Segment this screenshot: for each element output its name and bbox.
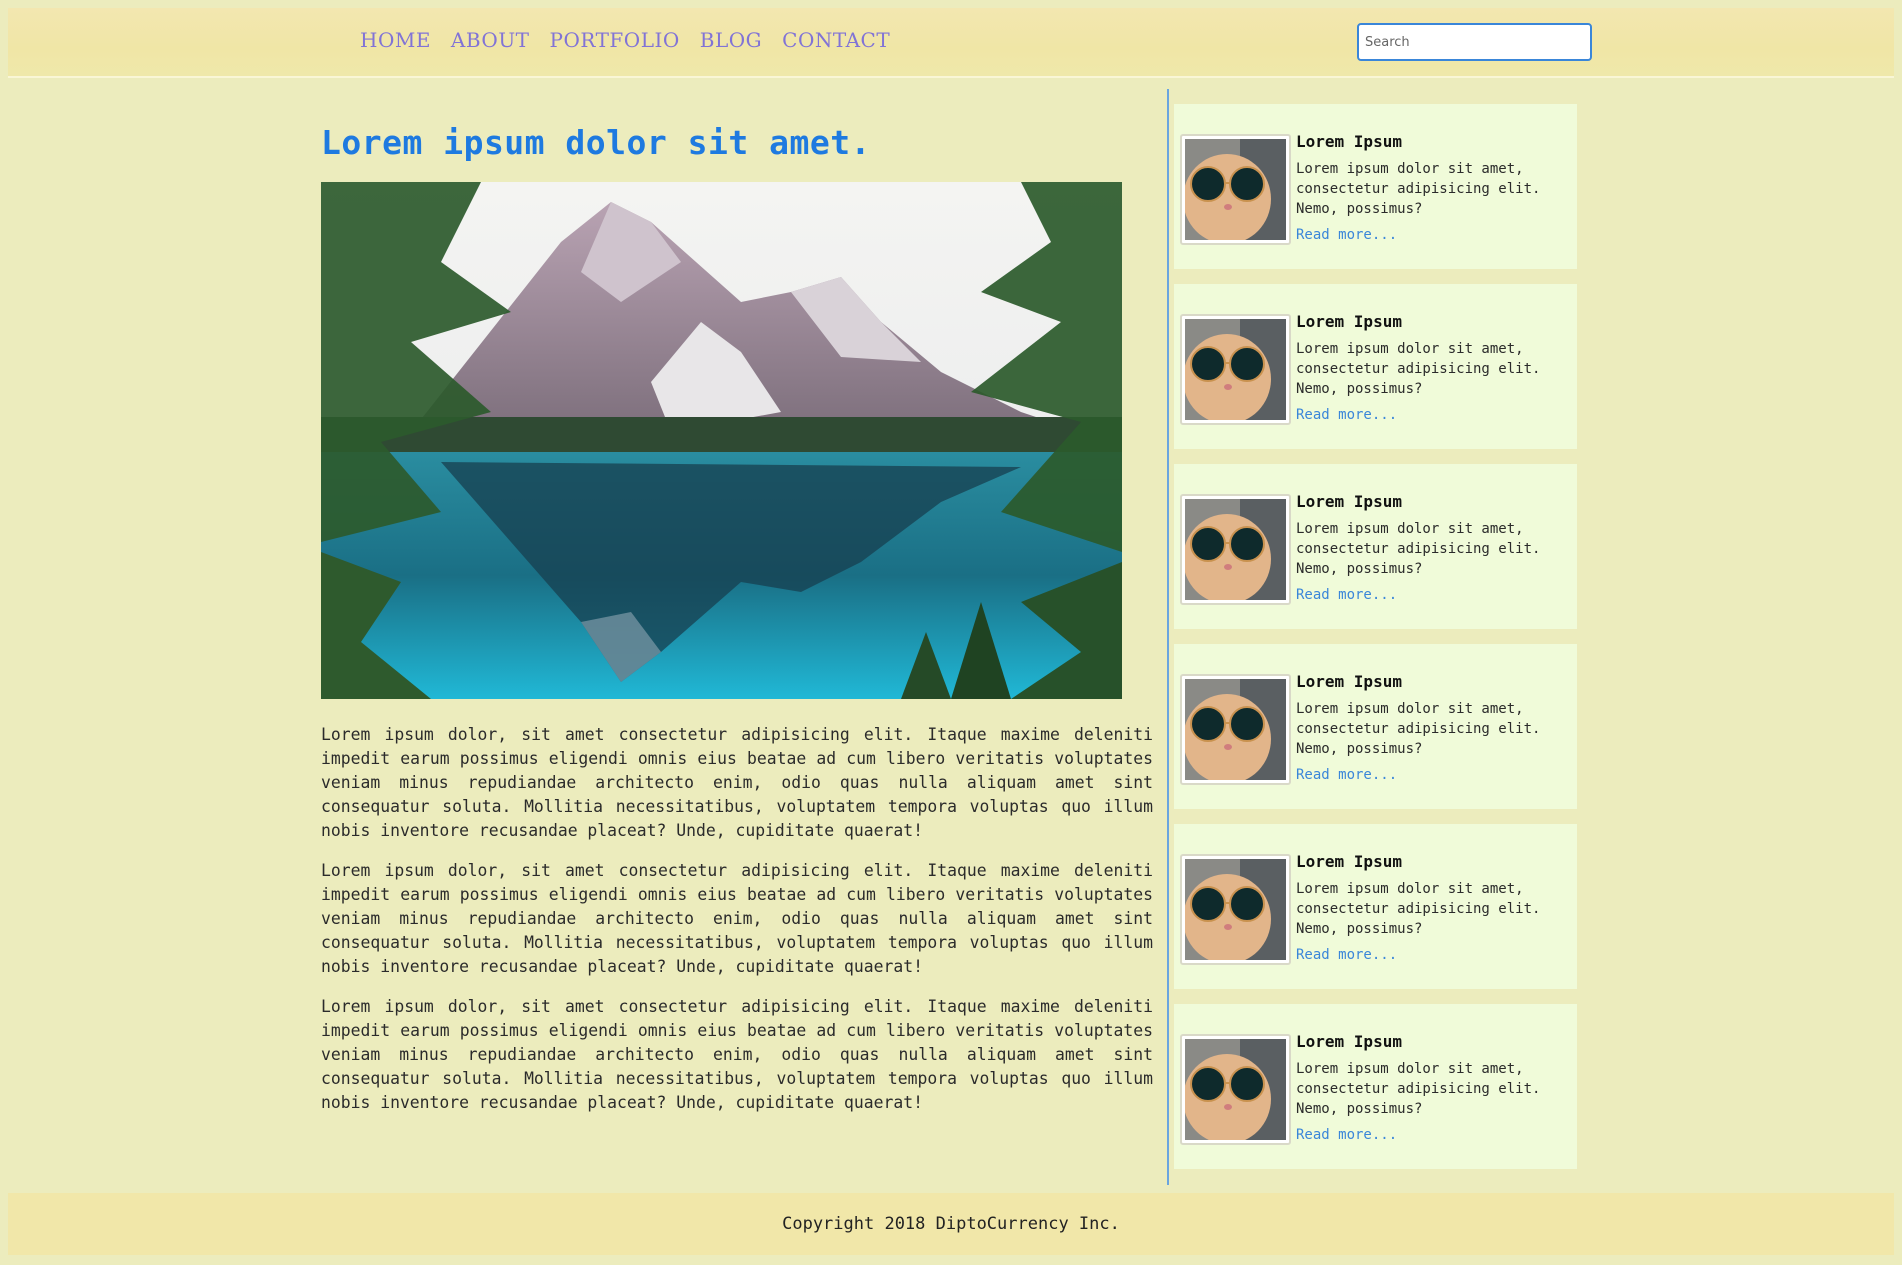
- card-title: Lorem Ipsum: [1296, 852, 1402, 871]
- sidebar: Lorem Ipsum Lorem ipsum dolor sit amet, …: [1174, 104, 1577, 1184]
- cat-with-sunglasses-thumbnail: [1180, 1034, 1291, 1145]
- card-body: Lorem Ipsum Lorem ipsum dolor sit amet, …: [1296, 132, 1566, 243]
- main-nav: HOME ABOUT PORTFOLIO BLOG CONTACT: [360, 28, 890, 52]
- read-more-link[interactable]: Read more...: [1296, 227, 1397, 243]
- card-text: Lorem ipsum dolor sit amet, consectetur …: [1296, 521, 1541, 577]
- card-text: Lorem ipsum dolor sit amet, consectetur …: [1296, 161, 1541, 217]
- article-paragraph: Lorem ipsum dolor, sit amet consectetur …: [321, 725, 1153, 840]
- cat-with-sunglasses-thumbnail: [1180, 134, 1291, 245]
- hero-image-mountain-lake: [321, 182, 1122, 699]
- card-body: Lorem Ipsum Lorem ipsum dolor sit amet, …: [1296, 1032, 1566, 1143]
- copyright-text: Copyright 2018 DiptoCurrency Inc.: [782, 1214, 1120, 1234]
- card-body: Lorem Ipsum Lorem ipsum dolor sit amet, …: [1296, 852, 1566, 963]
- article-paragraph: Lorem ipsum dolor, sit amet consectetur …: [321, 997, 1153, 1112]
- vertical-divider: [1167, 89, 1169, 1185]
- page: HOME ABOUT PORTFOLIO BLOG CONTACT Lorem …: [8, 8, 1894, 1257]
- card-title: Lorem Ipsum: [1296, 672, 1402, 691]
- site-footer: Copyright 2018 DiptoCurrency Inc.: [8, 1193, 1894, 1255]
- main-content: Lorem ipsum dolor sit amet. Lorem ipsum …: [321, 123, 1153, 1115]
- nav-portfolio-link[interactable]: PORTFOLIO: [550, 28, 680, 52]
- article-title: Lorem ipsum dolor sit amet.: [321, 123, 871, 162]
- card-body: Lorem Ipsum Lorem ipsum dolor sit amet, …: [1296, 672, 1566, 783]
- nav-about-link[interactable]: ABOUT: [451, 28, 530, 52]
- nav-blog-link[interactable]: BLOG: [700, 28, 762, 52]
- article-paragraph: Lorem ipsum dolor, sit amet consectetur …: [321, 861, 1153, 976]
- sidebar-card: Lorem Ipsum Lorem ipsum dolor sit amet, …: [1174, 644, 1577, 809]
- card-text: Lorem ipsum dolor sit amet, consectetur …: [1296, 341, 1541, 397]
- card-title: Lorem Ipsum: [1296, 1032, 1402, 1051]
- sidebar-card: Lorem Ipsum Lorem ipsum dolor sit amet, …: [1174, 104, 1577, 269]
- cat-with-sunglasses-thumbnail: [1180, 314, 1291, 425]
- sidebar-card: Lorem Ipsum Lorem ipsum dolor sit amet, …: [1174, 1004, 1577, 1169]
- read-more-link[interactable]: Read more...: [1296, 407, 1397, 423]
- card-title: Lorem Ipsum: [1296, 132, 1402, 151]
- sidebar-card: Lorem Ipsum Lorem ipsum dolor sit amet, …: [1174, 464, 1577, 629]
- cat-with-sunglasses-thumbnail: [1180, 674, 1291, 785]
- cat-with-sunglasses-thumbnail: [1180, 494, 1291, 605]
- sidebar-card: Lorem Ipsum Lorem ipsum dolor sit amet, …: [1174, 284, 1577, 449]
- read-more-link[interactable]: Read more...: [1296, 587, 1397, 603]
- read-more-link[interactable]: Read more...: [1296, 947, 1397, 963]
- sidebar-card: Lorem Ipsum Lorem ipsum dolor sit amet, …: [1174, 824, 1577, 989]
- read-more-link[interactable]: Read more...: [1296, 1127, 1397, 1143]
- card-title: Lorem Ipsum: [1296, 312, 1402, 331]
- card-body: Lorem Ipsum Lorem ipsum dolor sit amet, …: [1296, 312, 1566, 423]
- cat-with-sunglasses-thumbnail: [1180, 854, 1291, 965]
- nav-contact-link[interactable]: CONTACT: [782, 28, 890, 52]
- card-body: Lorem Ipsum Lorem ipsum dolor sit amet, …: [1296, 492, 1566, 603]
- card-text: Lorem ipsum dolor sit amet, consectetur …: [1296, 1061, 1541, 1117]
- card-text: Lorem ipsum dolor sit amet, consectetur …: [1296, 701, 1541, 757]
- search-input[interactable]: [1357, 23, 1592, 61]
- site-header: HOME ABOUT PORTFOLIO BLOG CONTACT: [8, 8, 1894, 78]
- card-title: Lorem Ipsum: [1296, 492, 1402, 511]
- nav-home-link[interactable]: HOME: [360, 28, 431, 52]
- read-more-link[interactable]: Read more...: [1296, 767, 1397, 783]
- card-text: Lorem ipsum dolor sit amet, consectetur …: [1296, 881, 1541, 937]
